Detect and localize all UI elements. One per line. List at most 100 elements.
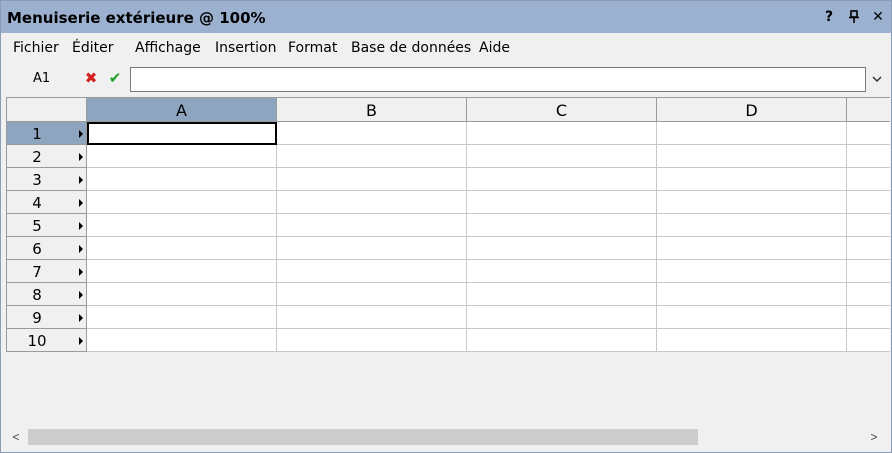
column-header-a[interactable]: A — [87, 97, 277, 122]
select-all-corner[interactable] — [6, 97, 87, 122]
spreadsheet-window: Menuiserie extérieure @ 100% ? ✕ Fichier… — [0, 0, 892, 453]
menu-editer[interactable]: Éditer — [72, 40, 113, 56]
grid-cell[interactable] — [277, 145, 467, 168]
menu-format[interactable]: Format — [288, 40, 337, 56]
cell-reference[interactable]: A1 — [33, 71, 50, 86]
grid-cell[interactable] — [87, 283, 277, 306]
row-arrow-icon — [79, 153, 83, 161]
row-header-4[interactable]: 4 — [6, 191, 87, 214]
row-header-6[interactable]: 6 — [6, 237, 87, 260]
row-number: 1 — [32, 125, 42, 143]
column-header-c[interactable]: C — [467, 97, 657, 122]
row-header-7[interactable]: 7 — [6, 260, 87, 283]
pin-icon[interactable] — [846, 8, 862, 26]
title-bar[interactable]: Menuiserie extérieure @ 100% ? ✕ — [1, 1, 891, 33]
grid-cell[interactable] — [277, 329, 467, 352]
grid-cell[interactable] — [847, 145, 890, 168]
scroll-left-icon[interactable]: < — [8, 429, 24, 445]
formula-bar: A1 ✖ ✔ — [1, 61, 891, 97]
grid-cell[interactable] — [657, 237, 847, 260]
menu-affichage[interactable]: Affichage — [135, 40, 201, 56]
grid-cell[interactable] — [467, 145, 657, 168]
grid-cell[interactable] — [657, 329, 847, 352]
grid-cell[interactable] — [847, 329, 890, 352]
row-number: 5 — [32, 217, 42, 235]
close-icon[interactable]: ✕ — [870, 8, 886, 26]
grid-cell[interactable] — [87, 168, 277, 191]
grid-cell[interactable] — [277, 260, 467, 283]
grid-cell[interactable] — [87, 306, 277, 329]
grid-cell[interactable] — [657, 191, 847, 214]
confirm-icon[interactable]: ✔ — [107, 69, 123, 87]
grid-cell[interactable] — [467, 260, 657, 283]
row-arrow-icon — [79, 199, 83, 207]
grid-cell[interactable] — [847, 283, 890, 306]
scroll-thumb[interactable] — [28, 429, 698, 445]
grid-cell[interactable] — [657, 260, 847, 283]
grid-cell[interactable] — [467, 214, 657, 237]
row-header-8[interactable]: 8 — [6, 283, 87, 306]
row-number: 6 — [32, 240, 42, 258]
grid-cell[interactable] — [467, 168, 657, 191]
row-number: 7 — [32, 263, 42, 281]
grid-cell[interactable] — [277, 306, 467, 329]
row-header-3[interactable]: 3 — [6, 168, 87, 191]
grid-cell[interactable] — [657, 145, 847, 168]
row-arrow-icon — [79, 291, 83, 299]
grid-cell[interactable] — [277, 122, 467, 145]
grid-cell[interactable] — [277, 237, 467, 260]
grid-cell[interactable] — [467, 329, 657, 352]
grid-cell[interactable] — [87, 122, 277, 145]
grid-cell[interactable] — [277, 168, 467, 191]
help-icon[interactable]: ? — [821, 8, 837, 26]
column-header-b[interactable]: B — [277, 97, 467, 122]
row-header-5[interactable]: 5 — [6, 214, 87, 237]
scroll-right-icon[interactable]: > — [866, 429, 882, 445]
menu-aide[interactable]: Aide — [479, 40, 510, 56]
grid-cell[interactable] — [467, 306, 657, 329]
row-arrow-icon — [79, 268, 83, 276]
row-number: 8 — [32, 286, 42, 304]
menu-base-de-donnees[interactable]: Base de données — [351, 40, 471, 56]
cancel-icon[interactable]: ✖ — [83, 69, 99, 87]
grid-cell[interactable] — [847, 122, 890, 145]
grid-cell[interactable] — [87, 191, 277, 214]
grid-cell[interactable] — [87, 329, 277, 352]
row-number: 10 — [27, 332, 47, 350]
chevron-down-icon[interactable] — [867, 67, 887, 92]
row-arrow-icon — [79, 314, 83, 322]
row-header-1[interactable]: 1 — [6, 122, 87, 145]
grid-cell[interactable] — [847, 260, 890, 283]
grid-cell[interactable] — [467, 237, 657, 260]
grid-cell[interactable] — [847, 237, 890, 260]
grid-cell[interactable] — [87, 260, 277, 283]
grid-cell[interactable] — [657, 168, 847, 191]
grid-cell[interactable] — [277, 214, 467, 237]
grid-cell[interactable] — [847, 306, 890, 329]
row-number: 4 — [32, 194, 42, 212]
formula-input[interactable] — [130, 67, 866, 92]
grid-cell[interactable] — [277, 191, 467, 214]
grid-cell[interactable] — [847, 191, 890, 214]
grid-cell[interactable] — [657, 214, 847, 237]
grid-cell[interactable] — [467, 122, 657, 145]
menu-fichier[interactable]: Fichier — [13, 40, 59, 56]
grid-cell[interactable] — [467, 283, 657, 306]
row-header-9[interactable]: 9 — [6, 306, 87, 329]
grid-cell[interactable] — [657, 306, 847, 329]
grid-cell[interactable] — [87, 214, 277, 237]
grid-cell[interactable] — [847, 214, 890, 237]
grid-cell[interactable] — [657, 283, 847, 306]
grid-cell[interactable] — [277, 283, 467, 306]
row-header-2[interactable]: 2 — [6, 145, 87, 168]
grid-cell[interactable] — [847, 168, 890, 191]
column-header-e[interactable] — [847, 97, 890, 122]
grid-cell[interactable] — [87, 145, 277, 168]
column-header-d[interactable]: D — [657, 97, 847, 122]
grid-cell[interactable] — [467, 191, 657, 214]
grid-cell[interactable] — [87, 237, 277, 260]
row-header-10[interactable]: 10 — [6, 329, 87, 352]
grid-cell[interactable] — [657, 122, 847, 145]
menu-insertion[interactable]: Insertion — [215, 40, 276, 56]
horizontal-scrollbar[interactable]: < > — [6, 427, 886, 447]
